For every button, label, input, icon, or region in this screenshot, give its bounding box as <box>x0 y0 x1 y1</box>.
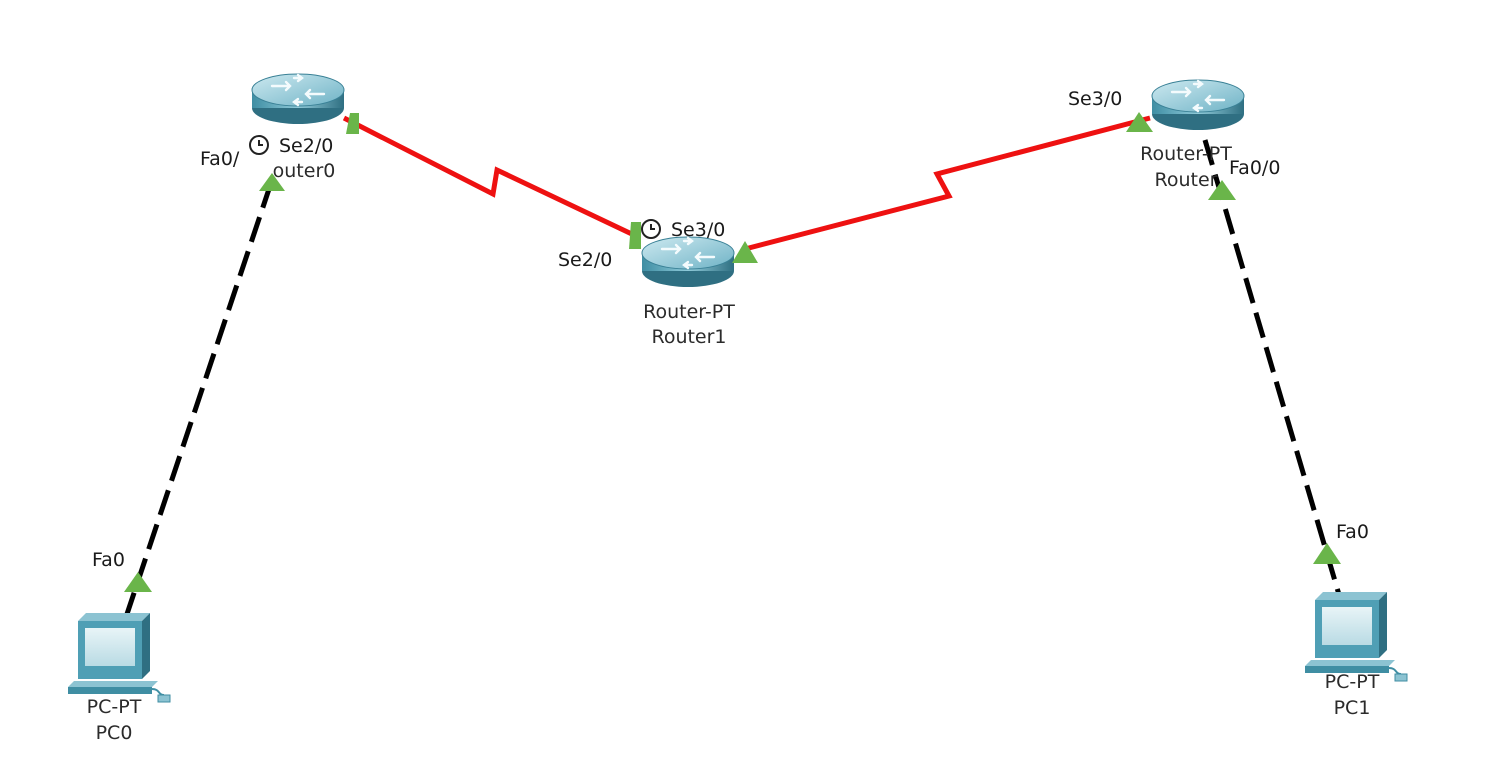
device-model-router2: Router-PT <box>1140 143 1232 165</box>
port-up-icon <box>346 113 359 134</box>
port-label-r2-fa: Fa0/0 <box>1229 157 1280 179</box>
port-label-pc1-fa: Fa0 <box>1336 521 1369 543</box>
port-label-r0-se: Se2/0 <box>279 135 333 157</box>
device-model-pc1: PC-PT <box>1325 671 1380 693</box>
device-name-router1: Router1 <box>651 326 726 348</box>
link-r0-pc0[interactable] <box>122 182 274 621</box>
link-r2-pc1[interactable] <box>1202 139 1343 599</box>
device-name-router2: Router <box>1155 169 1218 191</box>
device-model-router1: Router-PT <box>643 301 735 323</box>
port-label-r1-se2: Se2/0 <box>558 249 612 271</box>
pc0[interactable] <box>67 612 171 703</box>
network-topology-canvas: Se2/0 Se2/0 Se3/0 Se3/0 Fa0/ Fa0 Fa0/0 F… <box>67 72 1408 744</box>
clock-icon <box>641 219 661 239</box>
link-r0-r1[interactable] <box>342 115 638 239</box>
clock-icon <box>249 135 269 155</box>
router0[interactable] <box>250 72 346 126</box>
port-up-icon <box>1313 543 1341 564</box>
pc1[interactable] <box>1304 591 1408 682</box>
device-name-router0: outer0 <box>273 160 336 182</box>
port-label-r1-se3: Se3/0 <box>671 219 725 241</box>
port-up-icon <box>629 222 641 249</box>
device-model-pc0: PC-PT <box>87 696 142 718</box>
router2[interactable] <box>1150 78 1246 132</box>
port-label-r0-fa: Fa0/ <box>200 148 240 170</box>
port-up-icon <box>124 572 152 592</box>
router1[interactable] <box>640 235 736 289</box>
link-r1-r2[interactable] <box>744 115 1151 252</box>
device-name-pc0: PC0 <box>96 722 133 744</box>
port-label-pc0-fa: Fa0 <box>92 549 125 571</box>
device-name-pc1: PC1 <box>1334 697 1371 719</box>
port-label-r2-se3: Se3/0 <box>1068 88 1122 110</box>
